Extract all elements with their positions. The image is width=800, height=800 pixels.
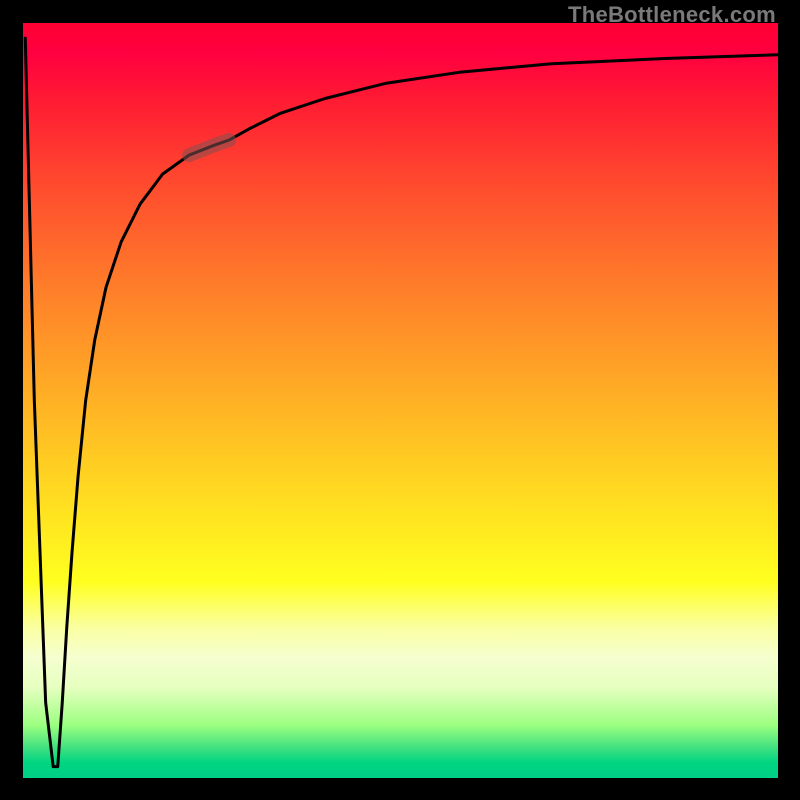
chart-frame: TheBottleneck.com: [0, 0, 800, 800]
curve-svg: [23, 23, 778, 778]
watermark-text: TheBottleneck.com: [568, 2, 776, 28]
plot-area: [23, 23, 778, 778]
bottleneck-curve-path: [25, 38, 778, 767]
bottleneck-curve-highlight: [189, 140, 229, 155]
